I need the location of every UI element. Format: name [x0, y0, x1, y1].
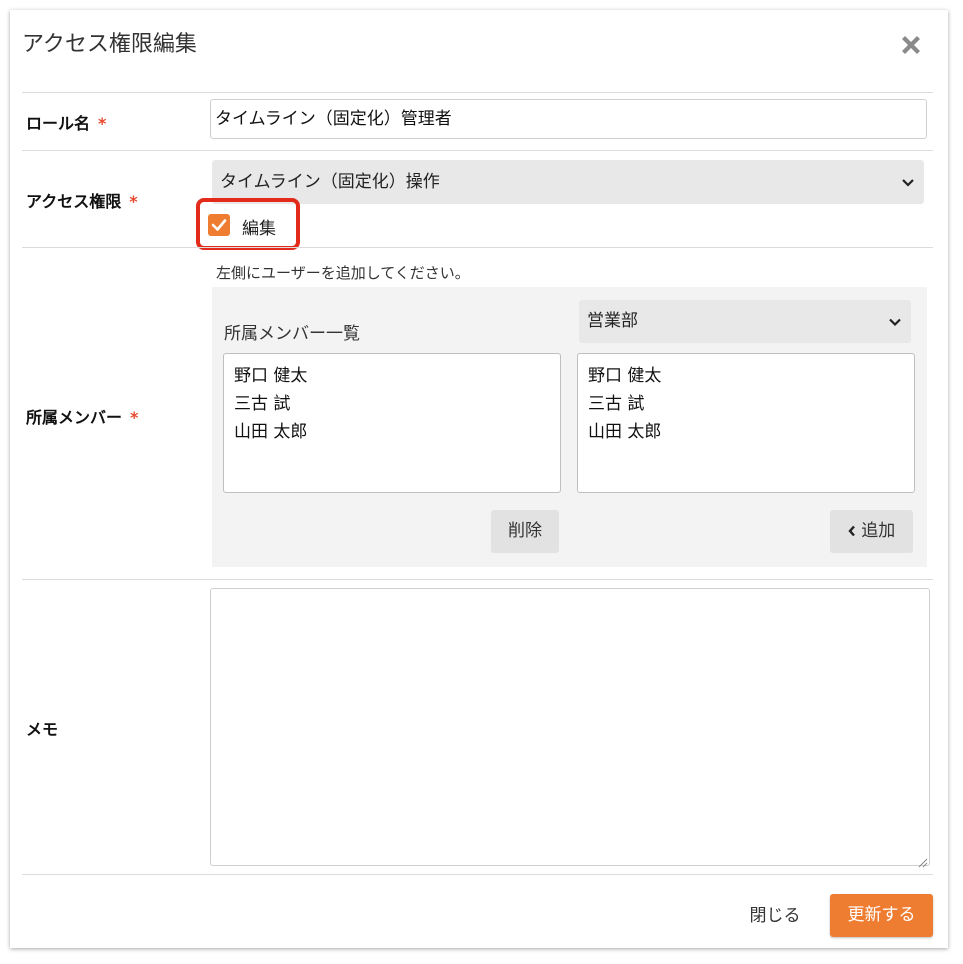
add-button-label: 追加: [861, 521, 896, 541]
list-item[interactable]: 山田 太郎: [588, 418, 904, 446]
divider: [22, 874, 933, 875]
list-item[interactable]: 三古 試: [588, 390, 904, 418]
resize-handle-icon[interactable]: [916, 853, 928, 868]
list-item[interactable]: 野口 健太: [588, 362, 904, 390]
access-label: アクセス権限 *: [26, 192, 138, 211]
assigned-members-list[interactable]: 野口 健太 三古 試 山田 太郎: [223, 353, 561, 493]
close-button[interactable]: 閉じる: [740, 898, 810, 934]
department-select[interactable]: 営業部: [579, 300, 911, 343]
access-select-value: タイムライン（固定化）操作: [220, 172, 440, 192]
divider: [22, 92, 933, 93]
divider: [22, 247, 933, 248]
role-name-input[interactable]: タイムライン（固定化）管理者: [210, 99, 927, 139]
members-panel: 所属メンバー一覧 営業部 野口 健太 三古 試 山田 太郎 野口 健太 三古 試…: [212, 287, 927, 567]
chevron-left-icon: [848, 521, 861, 541]
edit-checkbox[interactable]: [208, 214, 230, 236]
check-icon: [211, 219, 227, 231]
chevron-down-icon: [902, 160, 914, 204]
access-select[interactable]: タイムライン（固定化）操作: [212, 160, 924, 204]
required-mark: *: [98, 114, 107, 133]
access-edit-dialog: アクセス権限編集 ロール名 * タイムライン（固定化）管理者 アクセス権限 * タイ…: [10, 10, 948, 948]
required-mark: *: [130, 408, 139, 427]
available-members-list[interactable]: 野口 健太 三古 試 山田 太郎: [577, 353, 915, 493]
memo-label: メモ: [26, 720, 59, 739]
department-select-value: 営業部: [587, 311, 638, 331]
divider: [22, 579, 933, 580]
role-name-label: ロール名 *: [26, 114, 107, 133]
memo-textarea[interactable]: [210, 588, 930, 866]
chevron-down-icon: [889, 300, 901, 343]
add-button[interactable]: 追加: [830, 510, 913, 553]
list-item[interactable]: 三古 試: [234, 390, 550, 418]
required-mark: *: [129, 192, 138, 211]
update-button[interactable]: 更新する: [830, 894, 933, 937]
dialog-title: アクセス権限編集: [22, 32, 197, 57]
edit-checkbox-label[interactable]: 編集: [242, 214, 276, 239]
close-icon[interactable]: [896, 30, 926, 60]
remove-button[interactable]: 削除: [491, 510, 559, 553]
members-hint: 左側にユーザーを追加してください。: [216, 264, 470, 282]
members-label: 所属メンバー *: [26, 408, 139, 427]
list-item[interactable]: 山田 太郎: [234, 418, 550, 446]
divider: [22, 150, 933, 151]
list-item[interactable]: 野口 健太: [234, 362, 550, 390]
members-list-title: 所属メンバー一覧: [224, 324, 360, 344]
